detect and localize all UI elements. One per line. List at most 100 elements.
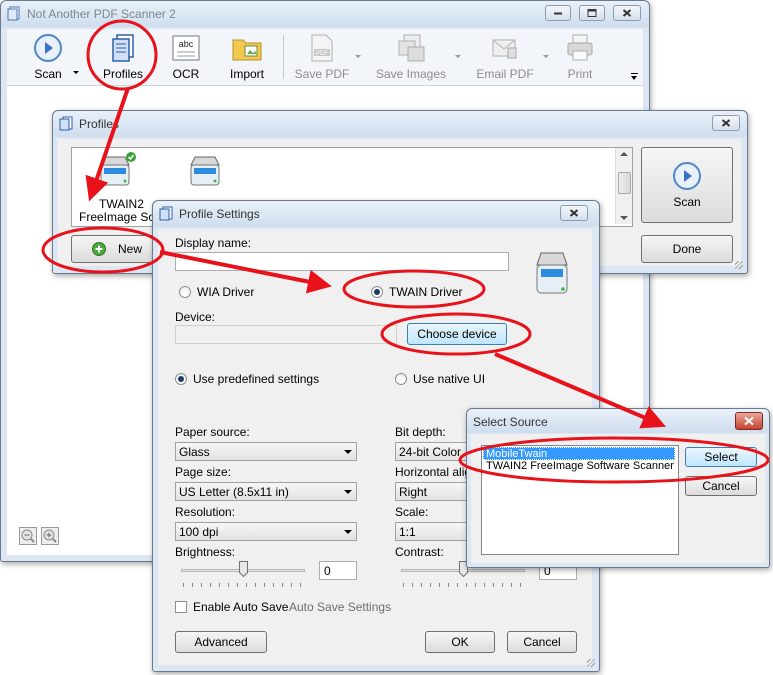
ocr-icon: abc	[172, 35, 200, 61]
profiles-title-bar[interactable]: Profiles	[53, 111, 747, 137]
wia-driver-label[interactable]: WIA Driver	[197, 285, 254, 299]
save-pdf-dropdown-arrow[interactable]	[355, 55, 361, 58]
paper-source-dropdown[interactable]: Glass	[175, 442, 357, 461]
source-name: MobileTwain	[486, 448, 548, 460]
page-size-value: US Letter (8.5x11 in)	[179, 485, 289, 499]
use-predefined-radio[interactable]	[175, 373, 187, 385]
minimize-icon	[554, 12, 562, 15]
profiles-scan-button[interactable]: Scan	[641, 147, 733, 223]
select-source-cancel-button[interactable]: Cancel	[685, 476, 757, 496]
zoom-in-icon	[43, 529, 57, 543]
save-images-button[interactable]: Save Images	[373, 31, 449, 85]
profiles-done-button[interactable]: Done	[641, 235, 733, 263]
toolbar-separator	[283, 35, 284, 79]
resolution-dropdown[interactable]: 100 dpi	[175, 522, 357, 541]
email-pdf-icon	[492, 39, 517, 59]
choose-device-button[interactable]: Choose device	[407, 323, 507, 345]
email-pdf-label: Email PDF	[476, 67, 534, 81]
toolbar-overflow-icon[interactable]	[631, 73, 639, 81]
ocr-button[interactable]: abc OCR	[163, 31, 209, 85]
contrast-ticks	[403, 583, 525, 587]
twain-driver-radio[interactable]	[371, 286, 383, 298]
scan-button[interactable]: Scan	[25, 31, 71, 85]
brightness-slider-thumb[interactable]	[239, 561, 248, 577]
profiles-close-button[interactable]	[712, 115, 740, 131]
zoom-out-icon	[21, 529, 35, 543]
import-button[interactable]: Import	[223, 31, 271, 85]
source-list-item-0[interactable]: MobileTwain	[483, 447, 675, 460]
profile-settings-title-bar[interactable]: Profile Settings	[153, 201, 599, 227]
paper-source-label: Paper source:	[175, 425, 250, 439]
display-name-input[interactable]	[175, 252, 509, 271]
select-button[interactable]: Select	[685, 447, 757, 467]
profiles-window-icon	[59, 116, 73, 131]
profile-item-twain2[interactable]: TWAIN2 FreeImage Soft	[75, 149, 162, 225]
select-source-title: Select Source	[473, 415, 548, 429]
resize-grip[interactable]	[735, 261, 743, 269]
scan-play-icon	[673, 162, 701, 190]
profile-settings-close-button[interactable]	[560, 205, 588, 221]
save-pdf-button[interactable]: PDF Save PDF	[291, 31, 353, 85]
use-predefined-label[interactable]: Use predefined settings	[193, 372, 319, 386]
cancel-button[interactable]: Cancel	[507, 631, 577, 653]
resolution-label: Resolution:	[175, 505, 236, 519]
device-label: Device:	[175, 310, 216, 324]
save-images-dropdown-arrow[interactable]	[455, 55, 461, 58]
contrast-label: Contrast:	[395, 545, 444, 559]
print-icon	[567, 34, 593, 61]
save-images-icon	[398, 34, 425, 62]
close-button[interactable]	[613, 5, 641, 21]
enable-auto-save-label[interactable]: Enable Auto Save	[193, 600, 288, 614]
select-source-close-button[interactable]	[735, 412, 763, 430]
profiles-icon	[112, 34, 134, 62]
scanner-icon	[536, 252, 568, 294]
close-icon	[744, 416, 754, 426]
save-pdf-label: Save PDF	[294, 67, 350, 81]
source-list-item-1[interactable]: TWAIN2 FreeImage Software Scanner	[483, 460, 675, 473]
default-scanner-icon	[100, 152, 136, 186]
use-native-ui-radio[interactable]	[395, 373, 407, 385]
save-images-label: Save Images	[375, 67, 447, 81]
profile-label-line-1: TWAIN2	[99, 197, 144, 211]
scale-value: 1:1	[399, 525, 416, 539]
page-size-dropdown[interactable]: US Letter (8.5x11 in)	[175, 482, 357, 501]
advanced-button[interactable]: Advanced	[175, 631, 267, 653]
email-pdf-button[interactable]: Email PDF	[473, 31, 537, 85]
add-icon	[91, 242, 106, 256]
auto-save-settings-link[interactable]: Auto Save Settings	[289, 600, 391, 614]
svg-text:PDF: PDF	[316, 51, 328, 57]
profiles-list-scrollbar[interactable]	[615, 148, 632, 224]
scan-dropdown-arrow[interactable]	[73, 71, 79, 74]
ocr-label: OCR	[172, 67, 200, 81]
twain-driver-label[interactable]: TWAIN Driver	[389, 285, 463, 299]
source-list[interactable]: MobileTwain TWAIN2 FreeImage Software Sc…	[481, 445, 679, 555]
enable-auto-save-checkbox[interactable]	[175, 601, 187, 613]
scale-label: Scale:	[395, 505, 429, 519]
zoom-out-button[interactable]	[19, 527, 37, 545]
save-pdf-icon: PDF	[311, 34, 333, 62]
choose-device-label: Choose device	[417, 327, 497, 341]
profile-item-second[interactable]	[179, 149, 239, 199]
brightness-label: Brightness:	[175, 545, 236, 559]
main-title-bar[interactable]: Not Another PDF Scanner 2	[1, 1, 649, 27]
resize-grip[interactable]	[587, 659, 595, 667]
profiles-done-label: Done	[672, 242, 702, 256]
new-profile-button[interactable]: New	[71, 235, 163, 263]
close-icon	[622, 9, 632, 17]
ok-button[interactable]: OK	[425, 631, 495, 653]
email-pdf-dropdown-arrow[interactable]	[543, 55, 549, 58]
use-native-ui-label[interactable]: Use native UI	[413, 372, 485, 386]
import-folder-icon	[232, 39, 262, 61]
zoom-in-button[interactable]	[41, 527, 59, 545]
print-button[interactable]: Print	[557, 31, 603, 85]
profiles-button[interactable]: Profiles	[97, 31, 149, 85]
app-icon	[7, 6, 20, 21]
minimize-button[interactable]	[545, 5, 571, 21]
wia-driver-radio[interactable]	[179, 286, 191, 298]
maximize-button[interactable]	[579, 5, 605, 21]
maximize-icon	[587, 9, 597, 17]
profiles-scan-label: Scan	[673, 195, 701, 209]
profile-settings-title: Profile Settings	[179, 207, 260, 221]
brightness-input[interactable]: 0	[319, 561, 357, 580]
select-source-title-bar[interactable]: Select Source	[467, 409, 769, 433]
